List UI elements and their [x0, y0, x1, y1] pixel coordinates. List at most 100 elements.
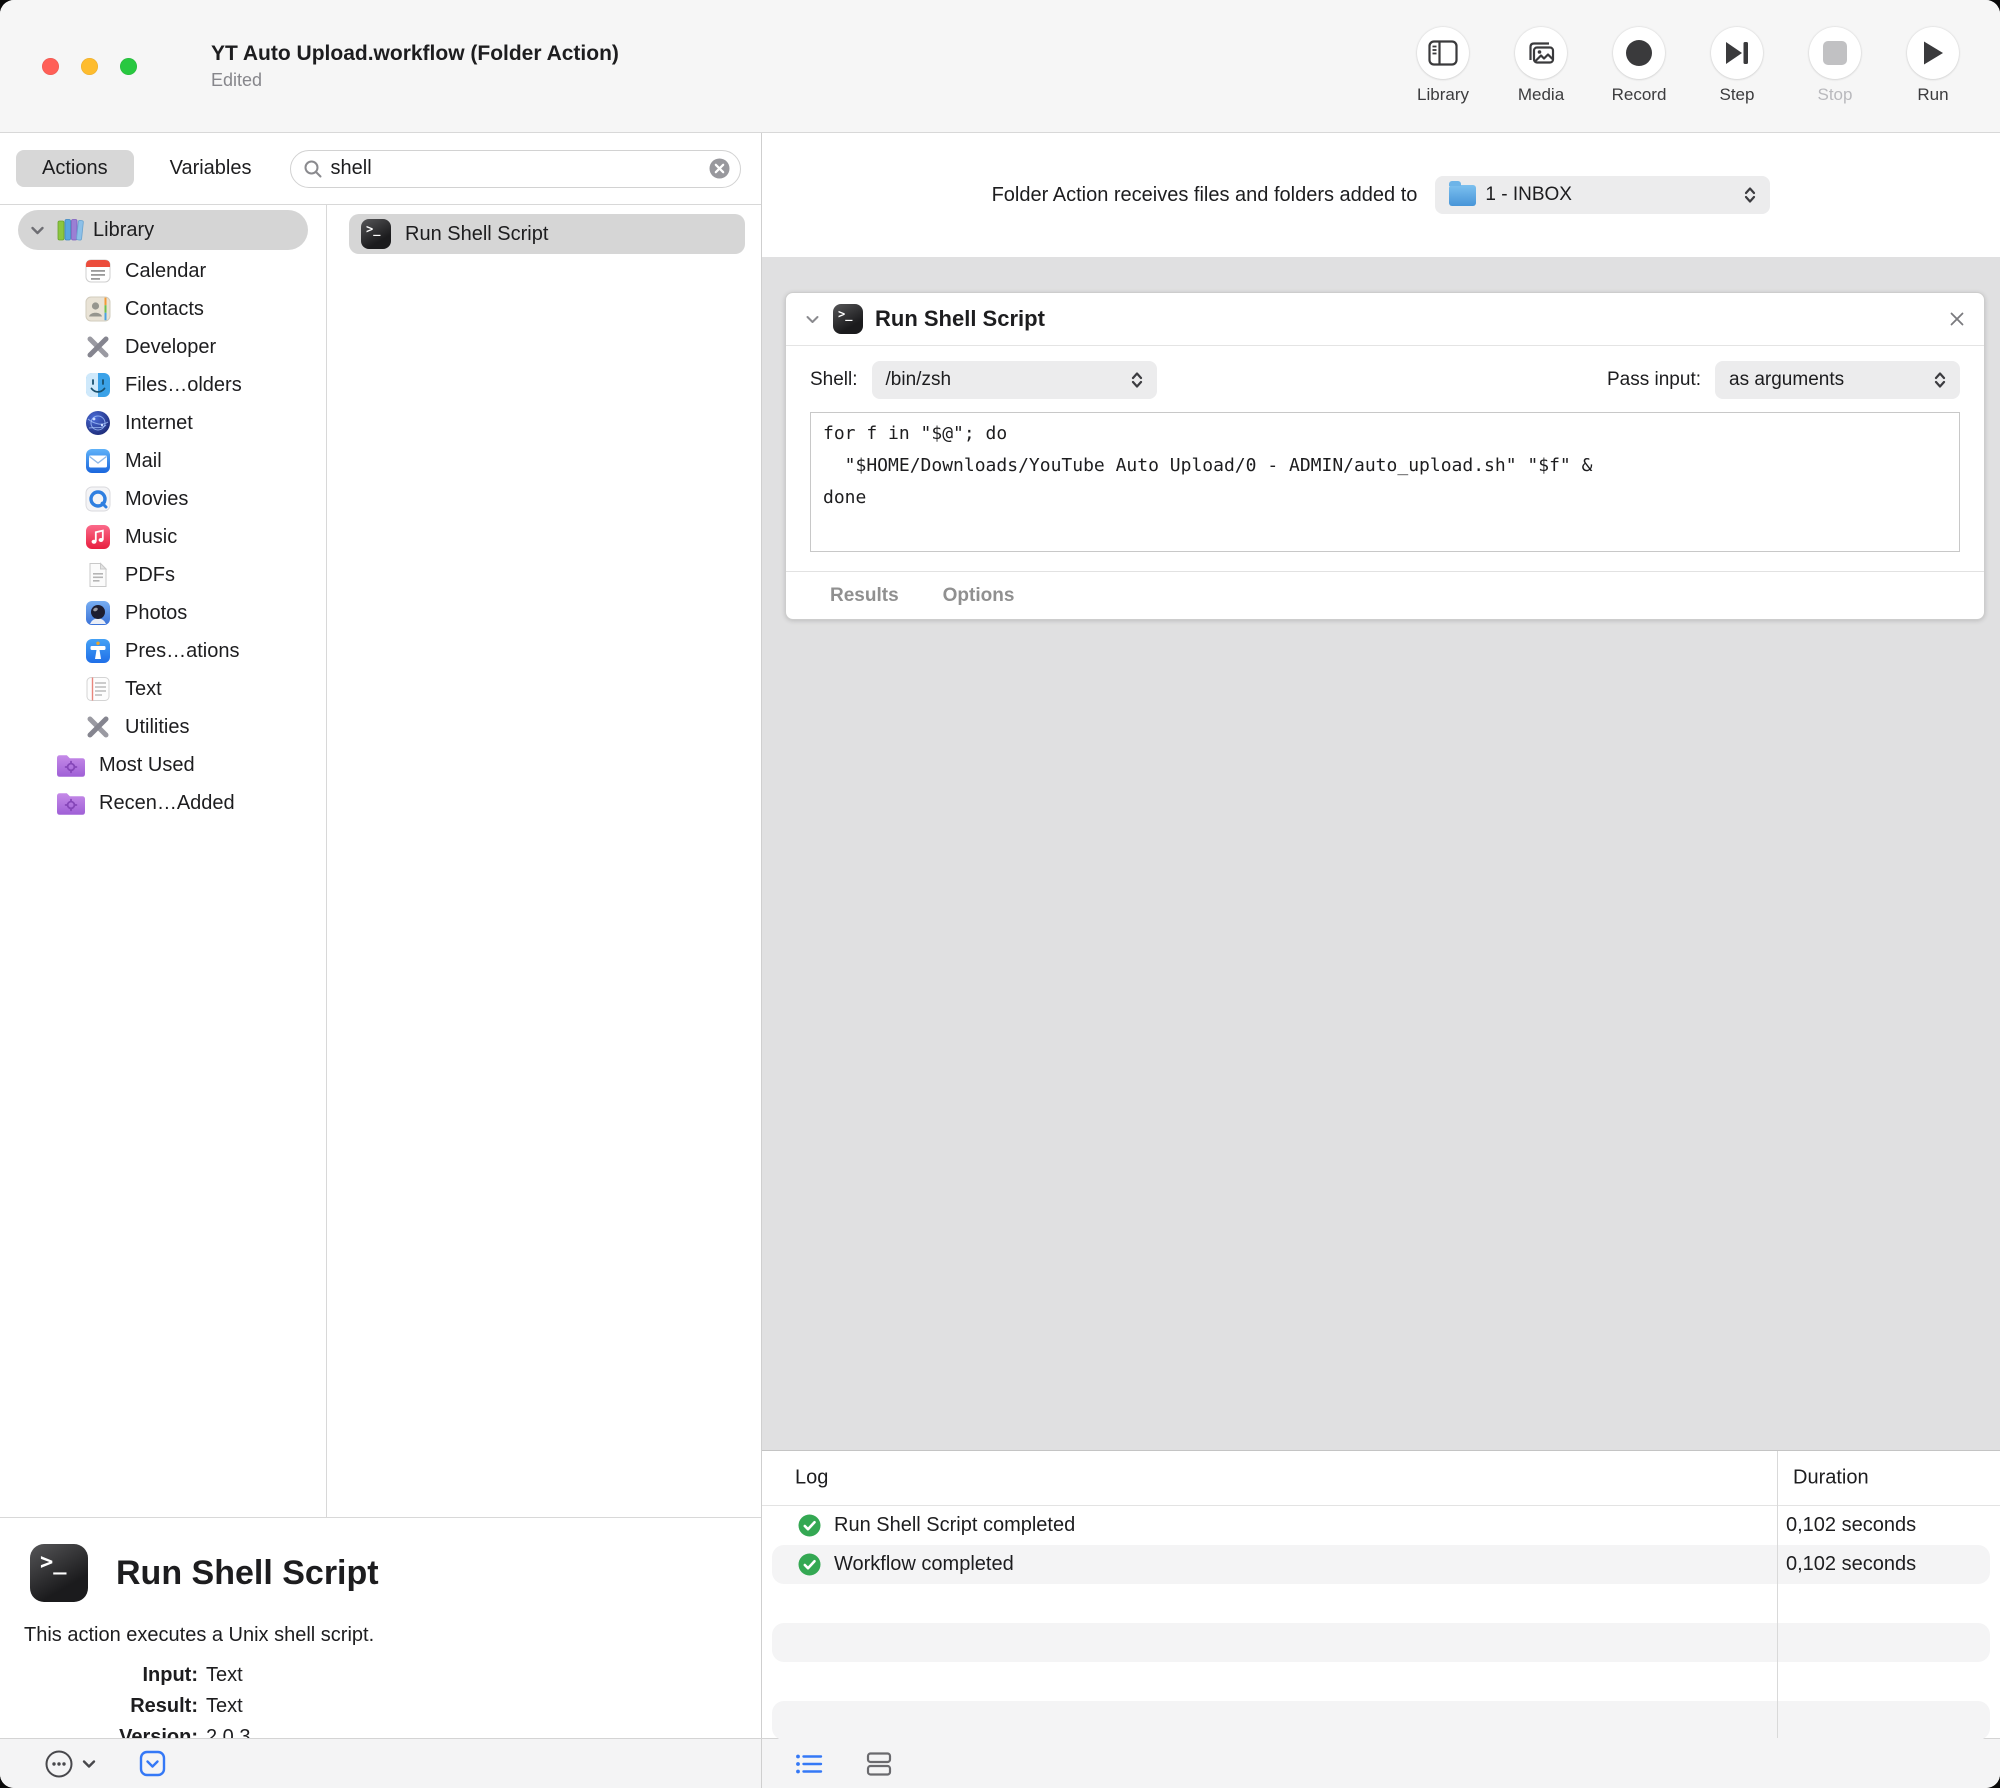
log-row-empty	[772, 1701, 1990, 1740]
contacts-icon	[85, 296, 111, 322]
window-edited-status: Edited	[211, 70, 619, 91]
music-note-icon	[85, 524, 111, 550]
log-panel: Log Duration Run Shell Script completed …	[762, 1450, 2000, 1738]
sidebar-item-mail[interactable]: Mail	[0, 442, 326, 480]
remove-action-button[interactable]	[1948, 310, 1966, 328]
sidebar-item-movies[interactable]: Movies	[0, 480, 326, 518]
finder-icon	[85, 372, 111, 398]
run-toolbar-button[interactable]: Run	[1888, 27, 1978, 105]
library-toolbar-button[interactable]: Library	[1398, 27, 1488, 105]
library-pane: Actions Variables shell	[0, 133, 762, 1738]
sidebar-item-label: Library	[93, 219, 154, 242]
sidebar-item-photos[interactable]: Photos	[0, 594, 326, 632]
action-card-title: Run Shell Script	[875, 306, 1045, 332]
log-row-empty	[772, 1623, 1990, 1662]
close-window-button[interactable]	[42, 58, 59, 75]
mail-icon	[85, 448, 111, 474]
clear-search-button[interactable]	[708, 157, 731, 180]
sidebar-item-contacts[interactable]: Contacts	[0, 290, 326, 328]
shell-script-code-editor[interactable]: for f in "$@"; do "$HOME/Downloads/YouTu…	[810, 412, 1960, 552]
media-toolbar-button[interactable]: Media	[1496, 27, 1586, 105]
pass-input-dropdown[interactable]: as arguments	[1715, 361, 1960, 399]
library-pane-header: Actions Variables shell	[0, 133, 761, 205]
library-books-icon	[54, 214, 86, 246]
record-icon	[1624, 38, 1654, 68]
action-menu-button[interactable]	[44, 1749, 97, 1779]
crossed-tools-icon	[85, 714, 111, 740]
search-input[interactable]: shell	[290, 150, 742, 188]
tab-actions[interactable]: Actions	[16, 150, 134, 187]
sidebar-item-internet[interactable]: Internet	[0, 404, 326, 442]
smart-folder-icon	[55, 790, 87, 817]
disclosure-chevron-icon[interactable]	[804, 311, 821, 328]
action-description-panel: Run Shell Script This action executes a …	[0, 1517, 761, 1738]
folder-select-dropdown[interactable]: 1 - INBOX	[1435, 176, 1770, 214]
sidebar-item-calendar[interactable]: Calendar	[0, 252, 326, 290]
tab-options[interactable]: Options	[943, 585, 1015, 607]
action-result-run-shell-script[interactable]: Run Shell Script	[349, 214, 745, 254]
sidebar-item-pdfs[interactable]: PDFs	[0, 556, 326, 594]
success-check-icon	[798, 1553, 821, 1576]
crossed-tools-icon	[85, 334, 111, 360]
tab-variables[interactable]: Variables	[170, 157, 252, 180]
split-panels-view-button[interactable]	[864, 1750, 894, 1778]
popup-chevrons-icon	[1129, 370, 1145, 390]
description-title: Run Shell Script	[116, 1554, 379, 1593]
description-field-version: Version:2.0.3	[0, 1722, 761, 1738]
run-shell-script-action-card: Run Shell Script Shell: /bin/zsh	[785, 292, 1985, 620]
sidebar-item-presentations[interactable]: Pres…ations	[0, 632, 326, 670]
window-title: YT Auto Upload.workflow (Folder Action)	[211, 42, 619, 66]
record-toolbar-button[interactable]: Record	[1594, 27, 1684, 105]
tab-results[interactable]: Results	[830, 585, 899, 607]
pass-input-value: as arguments	[1729, 369, 1844, 391]
duration-column-header[interactable]: Duration	[1793, 1467, 1869, 1490]
title-block: YT Auto Upload.workflow (Folder Action) …	[211, 42, 619, 91]
description-summary: This action executes a Unix shell script…	[24, 1624, 761, 1647]
media-icon	[1525, 38, 1557, 68]
stop-icon	[1822, 40, 1848, 66]
log-list-view-button[interactable]	[794, 1750, 824, 1778]
minimize-window-button[interactable]	[81, 58, 98, 75]
sidebar-item-utilities[interactable]: Utilities	[0, 708, 326, 746]
shell-script-icon	[361, 219, 391, 249]
status-bar	[0, 1738, 2000, 1788]
toggle-description-button[interactable]	[139, 1750, 166, 1777]
ellipsis-circle-icon	[44, 1749, 74, 1779]
shell-select-value: /bin/zsh	[886, 369, 951, 391]
shell-select-dropdown[interactable]: /bin/zsh	[872, 361, 1157, 399]
sidebar-item-text[interactable]: Text	[0, 670, 326, 708]
photos-lens-icon	[85, 600, 111, 626]
pdf-document-icon	[85, 562, 111, 588]
description-field-input: Input:Text	[0, 1660, 761, 1691]
folder-icon	[1449, 185, 1476, 206]
automator-window: YT Auto Upload.workflow (Folder Action) …	[0, 0, 2000, 1788]
popup-chevrons-icon	[1932, 370, 1948, 390]
workflow-canvas: Run Shell Script Shell: /bin/zsh	[762, 257, 2000, 1450]
search-value: shell	[331, 157, 701, 180]
folder-select-value: 1 - INBOX	[1485, 184, 1572, 206]
smart-folder-icon	[55, 752, 87, 779]
sidebar-item-recently-added[interactable]: Recen…Added	[0, 784, 326, 822]
disclosure-chevron-icon[interactable]	[28, 221, 47, 240]
titlebar: YT Auto Upload.workflow (Folder Action) …	[0, 0, 2000, 133]
action-card-header[interactable]: Run Shell Script	[786, 293, 1984, 346]
sidebar-item-files-folders[interactable]: Files…olders	[0, 366, 326, 404]
traffic-lights	[42, 58, 137, 75]
sidebar-item-developer[interactable]: Developer	[0, 328, 326, 366]
workflow-input-row: Folder Action receives files and folders…	[762, 133, 2000, 257]
step-toolbar-button[interactable]: Step	[1692, 27, 1782, 105]
zoom-window-button[interactable]	[120, 58, 137, 75]
pass-input-label: Pass input:	[1607, 369, 1701, 391]
sidebar-item-music[interactable]: Music	[0, 518, 326, 556]
sidebar-item-most-used[interactable]: Most Used	[0, 746, 326, 784]
log-row[interactable]: Run Shell Script completed 0,102 seconds	[772, 1506, 1990, 1545]
step-icon	[1723, 40, 1751, 66]
log-header: Log Duration	[762, 1451, 2000, 1506]
log-column-header[interactable]: Log	[795, 1467, 828, 1490]
run-icon	[1920, 40, 1946, 66]
log-row[interactable]: Workflow completed 0,102 seconds	[772, 1545, 1990, 1584]
quicktime-icon	[85, 486, 111, 512]
toolbar: Library Media Record	[1398, 27, 1978, 105]
shell-script-icon	[30, 1544, 88, 1602]
sidebar-item-library[interactable]: Library	[18, 210, 308, 250]
